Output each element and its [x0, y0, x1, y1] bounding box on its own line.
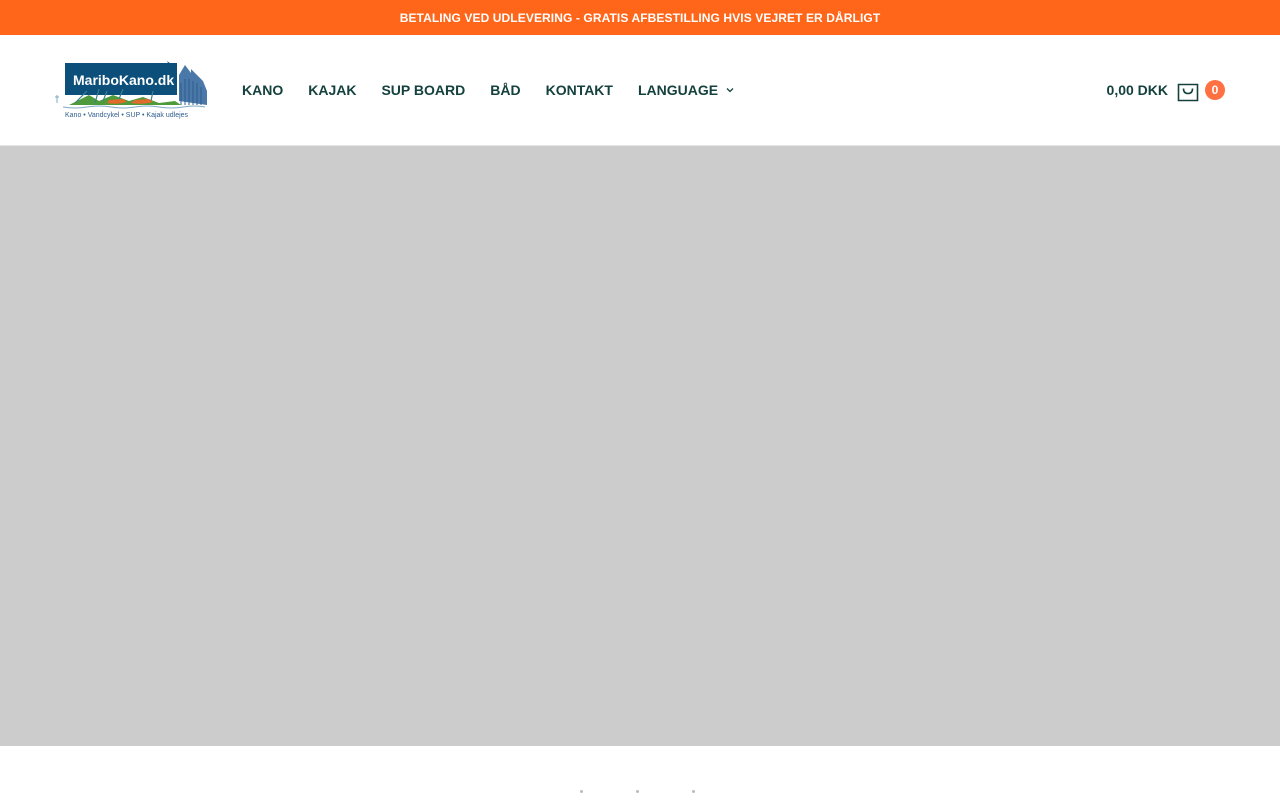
- shopping-bag-icon[interactable]: [1177, 78, 1199, 102]
- chevron-down-icon: [725, 85, 735, 95]
- nav-item-kajak[interactable]: KAJAK: [308, 82, 356, 98]
- logo-image: MariboKano.dk Kano • Vandcykel • SUP • K…: [55, 61, 207, 119]
- nav-item-label: SUP BOARD: [381, 82, 466, 98]
- site-header: MariboKano.dk Kano • Vandcykel • SUP • K…: [0, 35, 1280, 146]
- cart-total[interactable]: 0,00 DKK: [1107, 82, 1168, 98]
- nav-item-label: KONTAKT: [545, 82, 613, 98]
- carousel-dots: [580, 788, 748, 794]
- cart-count-badge: 0: [1205, 80, 1225, 100]
- hero-image-placeholder: [0, 146, 1280, 746]
- site-logo[interactable]: MariboKano.dk Kano • Vandcykel • SUP • K…: [55, 61, 208, 121]
- announcement-bar: BETALING VED UDLEVERING - GRATIS AFBESTI…: [0, 0, 1280, 35]
- main-nav: KANO KAJAK SUP BOARD BÅD KONTAKT LANGUAG…: [242, 35, 760, 145]
- carousel-dot[interactable]: [636, 789, 639, 793]
- carousel-dot[interactable]: [692, 789, 695, 793]
- announcement-text: BETALING VED UDLEVERING - GRATIS AFBESTI…: [399, 10, 881, 25]
- nav-item-label: KANO: [242, 82, 284, 98]
- logo-brand-text: MariboKano.dk: [73, 72, 174, 88]
- nav-item-language[interactable]: LANGUAGE: [638, 82, 735, 98]
- carousel-dot[interactable]: [580, 789, 583, 793]
- logo-tagline: Kano • Vandcykel • SUP • Kajak udlejes: [65, 112, 189, 119]
- nav-item-label: KAJAK: [308, 82, 357, 98]
- nav-item-kano[interactable]: KANO: [242, 82, 283, 98]
- cart[interactable]: 0,00 DKK 0: [1107, 35, 1225, 145]
- nav-item-sup-board[interactable]: SUP BOARD: [381, 82, 465, 98]
- nav-item-label: BÅD: [490, 82, 521, 98]
- nav-item-label: LANGUAGE: [637, 82, 719, 98]
- nav-item-baad[interactable]: BÅD: [490, 82, 520, 98]
- nav-item-kontakt[interactable]: KONTAKT: [546, 82, 613, 98]
